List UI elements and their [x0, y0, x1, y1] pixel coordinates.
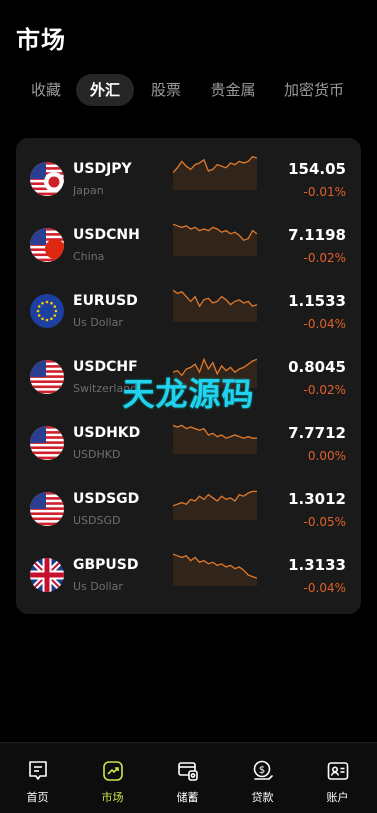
- flag-us-icon: [30, 492, 64, 526]
- quote-row[interactable]: GBPUSD Us Dollar 1.3133 -0.04%: [16, 534, 361, 600]
- quote-subtitle: Us Dollar: [73, 580, 123, 593]
- quote-row[interactable]: USDHKD USDHKD 7.7712 0.00%: [16, 402, 361, 468]
- tab-precious-metals[interactable]: 贵金属: [204, 74, 262, 106]
- tab-crypto[interactable]: 加密货币: [279, 74, 349, 106]
- sparkline-chart: [173, 490, 257, 520]
- nav-savings-label: 储蓄: [176, 791, 199, 804]
- sparkline-area: [173, 425, 257, 454]
- nav-account-label: 账户: [326, 791, 349, 804]
- quote-change: 0.00%: [307, 449, 346, 463]
- quote-symbol: USDCNH: [73, 227, 140, 243]
- savings-icon: [178, 762, 198, 781]
- quotes-card: USDJPY Japan 154.05 -0.01% USDCNH China 7.1198…: [16, 138, 361, 614]
- quote-row[interactable]: USDCHF Switzerland 0.8045 -0.02%: [16, 336, 361, 402]
- flag-eu-icon: [30, 294, 64, 328]
- quote-price: 1.3133: [288, 556, 346, 574]
- quote-row[interactable]: USDCNH China 7.1198 -0.02%: [16, 204, 361, 270]
- quote-change: -0.04%: [303, 581, 346, 595]
- quote-subtitle: Japan: [73, 184, 104, 197]
- flag-us-icon: [30, 426, 64, 460]
- nav-account[interactable]: 账户: [300, 743, 375, 813]
- nav-home-label: 首页: [26, 791, 49, 804]
- tab-favorites[interactable]: 收藏: [20, 74, 72, 106]
- sparkline-chart: [173, 553, 257, 586]
- quote-subtitle: USDHKD: [73, 448, 121, 461]
- quote-price: 1.1533: [288, 292, 346, 310]
- market-tabs: 收藏 外汇 股票 贵金属 加密货币: [0, 74, 377, 108]
- svg-text:$: $: [259, 765, 265, 776]
- nav-market[interactable]: 市场: [75, 743, 150, 813]
- quote-price: 7.1198: [288, 226, 346, 244]
- sparkline-chart: [173, 223, 257, 256]
- quote-symbol: USDJPY: [73, 161, 132, 177]
- nav-savings[interactable]: 储蓄: [150, 743, 225, 813]
- market-icon: [103, 761, 123, 781]
- quote-symbol: EURUSD: [73, 293, 138, 309]
- quote-symbol: USDHKD: [73, 425, 141, 441]
- nav-loan[interactable]: $ 贷款: [225, 743, 300, 813]
- quote-price: 0.8045: [288, 358, 346, 376]
- nav-market-label: 市场: [101, 791, 124, 804]
- quote-change: -0.02%: [303, 251, 346, 265]
- quote-price: 1.3012: [288, 490, 346, 508]
- quote-price: 154.05: [288, 160, 346, 178]
- tab-stocks[interactable]: 股票: [140, 74, 192, 106]
- quote-symbol: USDSGD: [73, 491, 140, 507]
- quote-symbol: USDCHF: [73, 359, 138, 375]
- sparkline-area: [173, 156, 257, 190]
- quote-change: -0.02%: [303, 383, 346, 397]
- bottom-nav: 首页 市场 储蓄 $ 贷款 账户: [0, 742, 377, 813]
- sparkline-area: [173, 359, 257, 388]
- quote-subtitle: USDSGD: [73, 514, 121, 527]
- loan-icon: $: [253, 760, 273, 780]
- home-icon: [29, 761, 47, 780]
- sparkline-chart: [173, 424, 257, 454]
- flag-us-icon: [30, 360, 64, 394]
- quote-row[interactable]: EURUSD Us Dollar 1.1533 -0.04%: [16, 270, 361, 336]
- quote-subtitle: Switzerland: [73, 382, 138, 395]
- account-icon: [327, 762, 349, 780]
- flag-cn-icon: [30, 228, 64, 262]
- sparkline-chart: [173, 357, 257, 388]
- flag-jp-icon: [30, 162, 64, 196]
- quote-subtitle: China: [73, 250, 105, 263]
- quote-row[interactable]: USDJPY Japan 154.05 -0.01%: [16, 138, 361, 204]
- quote-subtitle: Us Dollar: [73, 316, 123, 329]
- tab-forex[interactable]: 外汇: [76, 74, 134, 106]
- quote-row[interactable]: USDSGD USDSGD 1.3012 -0.05%: [16, 468, 361, 534]
- quote-change: -0.05%: [303, 515, 346, 529]
- quote-change: -0.04%: [303, 317, 346, 331]
- quote-symbol: GBPUSD: [73, 557, 139, 573]
- sparkline-chart: [173, 155, 257, 190]
- flag-gb-icon: [30, 558, 64, 592]
- quote-price: 7.7712: [288, 424, 346, 442]
- nav-loan-label: 贷款: [251, 791, 274, 804]
- page-title: 市场: [16, 26, 66, 54]
- sparkline-chart: [173, 289, 257, 322]
- nav-home[interactable]: 首页: [0, 743, 75, 813]
- quote-change: -0.01%: [303, 185, 346, 199]
